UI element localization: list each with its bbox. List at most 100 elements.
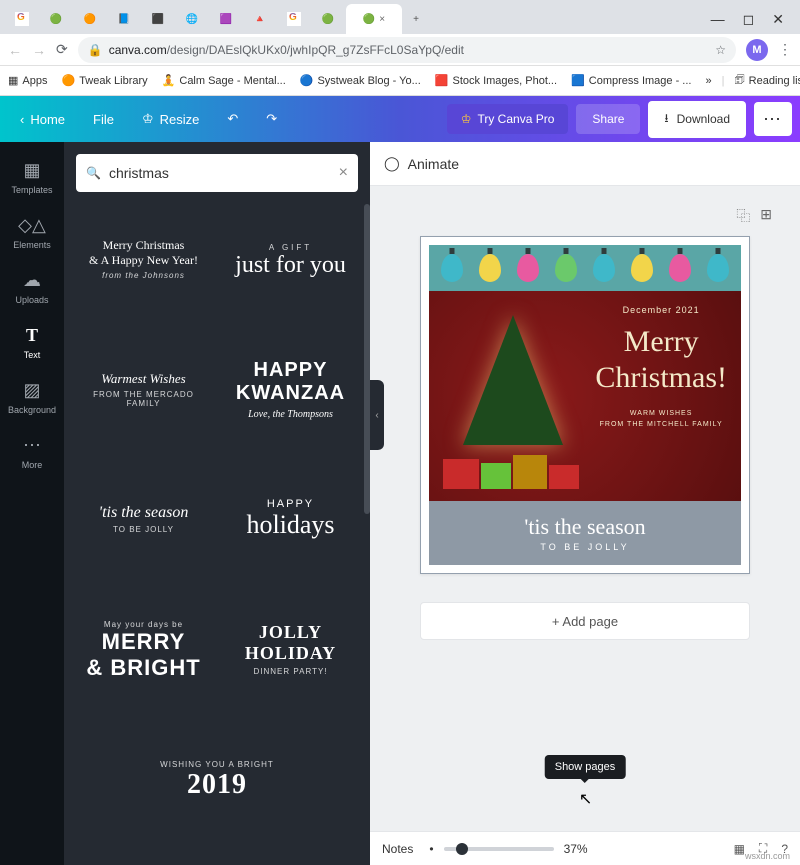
grid-view-icon[interactable]: ▦ bbox=[734, 842, 745, 856]
bulb-icon bbox=[707, 254, 729, 282]
text-template[interactable]: HAPPYholidays bbox=[223, 464, 358, 574]
favicon-icon bbox=[287, 12, 301, 26]
text-template[interactable]: 'tis the seasonTO BE JOLLY bbox=[76, 464, 211, 574]
apps-shortcut[interactable]: ▦ Apps bbox=[8, 74, 47, 87]
more-button[interactable]: ⋯ bbox=[754, 102, 792, 136]
tab-active[interactable]: 🟢 × bbox=[346, 4, 402, 34]
text-icon: T bbox=[26, 325, 38, 346]
star-icon[interactable]: ☆ bbox=[715, 43, 726, 57]
add-page-button[interactable]: + Add page bbox=[420, 602, 750, 640]
nav-elements[interactable]: ◇△Elements bbox=[0, 205, 64, 260]
clear-search-icon[interactable]: × bbox=[339, 164, 348, 182]
bookmark-item[interactable]: 🧘 Calm Sage - Mental... bbox=[162, 74, 286, 87]
side-nav: ▦Templates ◇△Elements ☁Uploads TText ▨Ba… bbox=[0, 142, 64, 865]
merry-text[interactable]: Merry bbox=[595, 327, 727, 357]
new-tab-button[interactable]: + bbox=[404, 4, 428, 34]
text-template[interactable]: HAPPYKWANZAALove, the Thompsons bbox=[223, 334, 358, 444]
bookmark-item[interactable]: 🟥 Stock Images, Phot... bbox=[435, 74, 557, 87]
text-template[interactable]: May your days beMERRY& BRIGHT bbox=[76, 594, 211, 704]
window-maximize-icon[interactable]: ◻ bbox=[743, 11, 755, 28]
bulb-icon bbox=[517, 254, 539, 282]
template-results: Merry Christmas& A Happy New Year!from t… bbox=[64, 204, 370, 865]
bulb-icon bbox=[593, 254, 615, 282]
window-close-icon[interactable]: ✕ bbox=[772, 11, 784, 28]
animate-icon: ◯ bbox=[384, 155, 400, 172]
tab-3[interactable]: 🟠 bbox=[74, 4, 106, 34]
browser-menu-icon[interactable]: ⋮ bbox=[778, 41, 792, 58]
bookmark-item[interactable]: 🟦 Compress Image - ... bbox=[571, 74, 691, 87]
templates-icon: ▦ bbox=[23, 160, 40, 181]
canvas-area: ◯ Animate ⿻ ⊞ December 2021 bbox=[370, 142, 800, 865]
resize-button[interactable]: ♔Resize bbox=[130, 105, 211, 133]
zoom-slider[interactable] bbox=[444, 847, 554, 851]
nav-templates[interactable]: ▦Templates bbox=[0, 150, 64, 205]
text-template[interactable]: JOLLYHOLIDAYDINNER PARTY! bbox=[223, 594, 358, 704]
download-button[interactable]: ⭳Download bbox=[648, 101, 746, 138]
nav-uploads[interactable]: ☁Uploads bbox=[0, 260, 64, 315]
christmas-text[interactable]: Christmas! bbox=[595, 361, 727, 395]
tab-close-icon[interactable]: × bbox=[379, 14, 385, 25]
lock-icon: 🔒 bbox=[88, 43, 103, 57]
tab-9[interactable] bbox=[278, 4, 310, 34]
bookmarks-overflow-icon[interactable]: » bbox=[705, 75, 711, 87]
uploads-icon: ☁ bbox=[23, 270, 41, 291]
bulb-icon bbox=[441, 254, 463, 282]
zoom-value[interactable]: 37% bbox=[564, 842, 588, 856]
bulb-icon bbox=[479, 254, 501, 282]
animate-button[interactable]: Animate bbox=[408, 156, 459, 172]
jolly-text[interactable]: TO BE JOLLY bbox=[540, 542, 629, 552]
crown-icon: ♔ bbox=[142, 111, 154, 127]
text-template[interactable]: Merry Christmas& A Happy New Year!from t… bbox=[76, 204, 211, 314]
reading-list-button[interactable]: 🗊 Reading list bbox=[734, 71, 800, 90]
undo-button[interactable]: ↶ bbox=[215, 105, 250, 133]
bulb-icon bbox=[669, 254, 691, 282]
design-page[interactable]: December 2021 Merry Christmas! WARM WISH… bbox=[420, 236, 750, 574]
nav-forward-icon[interactable]: → bbox=[32, 42, 46, 58]
tree-image[interactable] bbox=[453, 315, 573, 485]
nav-more[interactable]: ⋯More bbox=[0, 425, 64, 480]
search-icon: 🔍 bbox=[86, 166, 101, 180]
context-toolbar: ◯ Animate bbox=[370, 142, 800, 186]
tab-4[interactable]: 📘 bbox=[108, 4, 140, 34]
add-page-icon[interactable]: ⊞ bbox=[760, 206, 772, 226]
season-text[interactable]: 'tis the season bbox=[524, 514, 645, 540]
date-text[interactable]: December 2021 bbox=[595, 305, 727, 315]
share-button[interactable]: Share bbox=[576, 104, 640, 134]
nav-background[interactable]: ▨Background bbox=[0, 370, 64, 425]
text-panel: 🔍 × Merry Christmas& A Happy New Year!fr… bbox=[64, 142, 370, 865]
download-icon: ⭳ bbox=[664, 109, 668, 130]
nav-back-icon[interactable]: ← bbox=[8, 42, 22, 58]
notes-button[interactable]: Notes bbox=[382, 842, 413, 856]
text-template[interactable]: Warmest WishesFROM THE MERCADO FAMILY bbox=[76, 334, 211, 444]
tab-5[interactable]: ⬛ bbox=[142, 4, 174, 34]
bulb-icon bbox=[555, 254, 577, 282]
url-input[interactable]: 🔒 canva.com/design/DAEslQkUKx0/jwhIpQR_g… bbox=[78, 37, 736, 63]
redo-button[interactable]: ↷ bbox=[254, 105, 289, 133]
card-footer[interactable]: 'tis the season TO BE JOLLY bbox=[429, 501, 741, 565]
text-template[interactable]: A GIFTjust for you bbox=[223, 204, 358, 314]
bookmark-item[interactable]: 🔵 Systweak Blog - Yo... bbox=[300, 74, 421, 87]
duplicate-page-icon[interactable]: ⿻ bbox=[736, 206, 750, 226]
tab-1[interactable] bbox=[6, 4, 38, 34]
cursor-icon: ↖ bbox=[579, 789, 592, 809]
tab-8[interactable]: 🔺 bbox=[244, 4, 276, 34]
zoom-thumb[interactable] bbox=[456, 843, 468, 855]
wishes-text[interactable]: WARM WISHESFROM THE MITCHELL FAMILY bbox=[595, 409, 727, 430]
try-pro-button[interactable]: ♔Try Canva Pro bbox=[447, 104, 569, 134]
card-main[interactable]: December 2021 Merry Christmas! WARM WISH… bbox=[429, 291, 741, 501]
profile-avatar[interactable]: M bbox=[746, 39, 768, 61]
window-minimize-icon[interactable]: — bbox=[711, 11, 725, 28]
lights-element[interactable] bbox=[429, 245, 741, 291]
search-input[interactable] bbox=[109, 165, 331, 181]
tab-6[interactable]: 🌐 bbox=[176, 4, 208, 34]
tab-7[interactable]: 🟪 bbox=[210, 4, 242, 34]
tab-2[interactable]: 🟢 bbox=[40, 4, 72, 34]
file-menu[interactable]: File bbox=[81, 106, 126, 133]
text-template[interactable]: WISHING YOU A BRIGHT2019 bbox=[76, 724, 358, 834]
tab-10[interactable]: 🟢 bbox=[312, 4, 344, 34]
bookmark-item[interactable]: 🟠 Tweak Library bbox=[61, 74, 147, 87]
home-button[interactable]: ‹Home bbox=[8, 106, 77, 133]
nav-text[interactable]: TText bbox=[0, 315, 64, 370]
favicon-icon bbox=[15, 12, 29, 26]
nav-reload-icon[interactable]: ⟳ bbox=[56, 41, 68, 58]
